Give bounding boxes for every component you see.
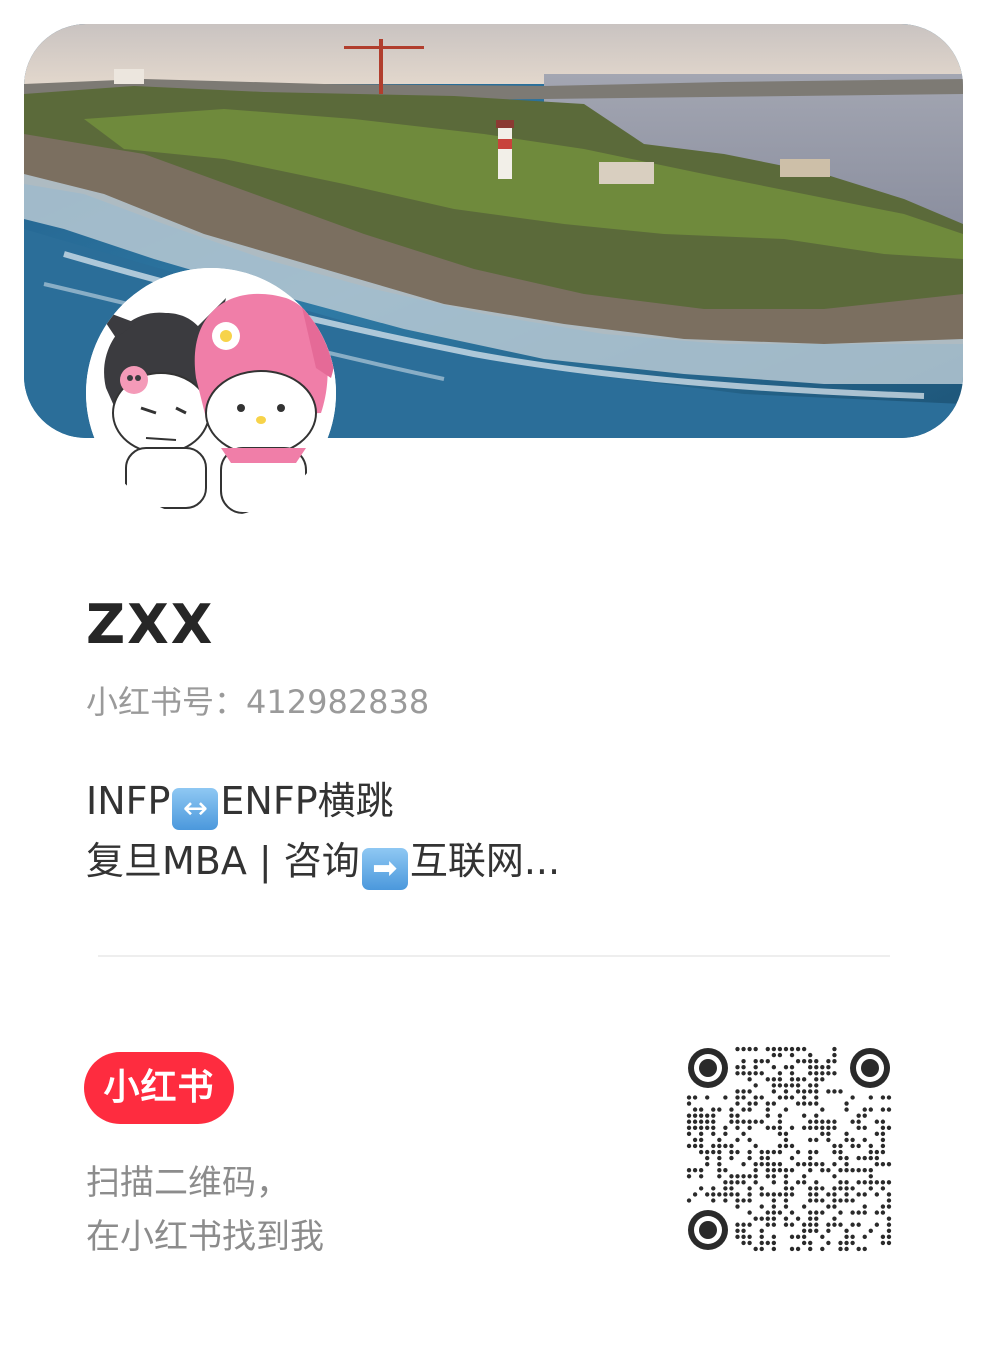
bio-text: 复旦MBA | 咨询	[86, 839, 360, 883]
bio-line-2: 复旦MBA | 咨询 ➡ 互联网...	[86, 832, 560, 892]
user-id: 小红书号：412982838	[86, 680, 429, 724]
profile-share-card: ZXX 小红书号：412982838 INFP ↔ ENFP横跳 复旦MBA | 咨…	[0, 0, 987, 1347]
bio: INFP ↔ ENFP横跳 复旦MBA | 咨询 ➡ 互联网...	[86, 772, 560, 892]
bio-text: ENFP横跳	[220, 779, 394, 823]
scan-instructions: 扫描二维码， 在小红书找到我	[86, 1156, 324, 1264]
divider	[98, 955, 890, 957]
user-id-value: 412982838	[246, 683, 430, 721]
qr-code-icon[interactable]	[686, 1046, 892, 1252]
bio-text: 互联网...	[409, 839, 561, 883]
avatar[interactable]	[86, 268, 336, 518]
qr-finder-top-right	[850, 1048, 890, 1088]
scan-line-1: 扫描二维码，	[86, 1163, 290, 1203]
user-id-label: 小红书号：	[86, 683, 247, 721]
bio-text: INFP	[86, 779, 171, 823]
scan-line-2: 在小红书找到我	[86, 1217, 324, 1257]
bio-line-1: INFP ↔ ENFP横跳	[86, 772, 560, 832]
profile-name: ZXX	[86, 593, 215, 656]
right-arrow-icon: ➡	[361, 848, 408, 890]
xiaohongshu-logo: 小红书	[84, 1052, 234, 1124]
qr-finder-bottom-left	[688, 1210, 728, 1250]
qr-finder-top-left	[688, 1048, 728, 1088]
left-right-arrow-icon: ↔	[172, 788, 219, 830]
